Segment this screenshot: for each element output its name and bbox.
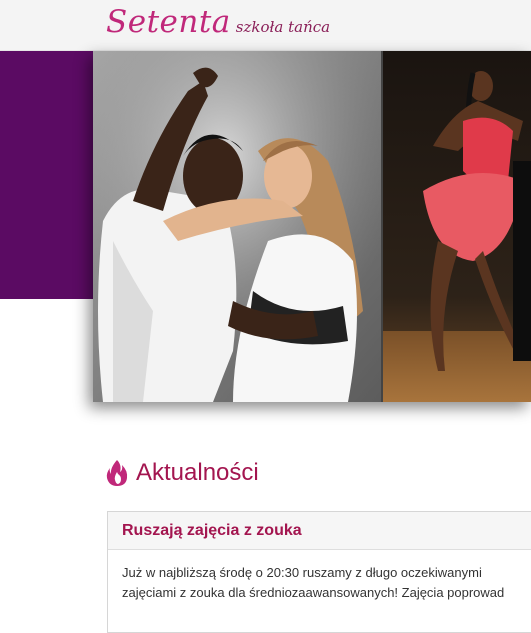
- news-item-title[interactable]: Ruszają zajęcia z zouka: [122, 522, 302, 540]
- hero-image-slider[interactable]: [93, 51, 531, 402]
- news-section-header: Aktualności: [106, 459, 259, 487]
- section-title: Aktualności: [136, 459, 259, 486]
- decorative-purple-block: [0, 51, 96, 299]
- flame-icon: [106, 460, 128, 486]
- site-logo[interactable]: Setenta szkoła tańca: [106, 4, 330, 40]
- hero-photo: [93, 51, 531, 402]
- news-item-header: Ruszają zajęcia z zouka: [108, 512, 531, 550]
- news-body-line: zajęciami z zouka dla średniozaawansowan…: [122, 585, 505, 600]
- news-item: Ruszają zajęcia z zouka Już w najbliższą…: [107, 511, 531, 633]
- news-item-body: Już w najbliższą środę o 20:30 ruszamy z…: [108, 550, 531, 603]
- header-bar: Setenta szkoła tańca: [0, 0, 531, 51]
- logo-name: Setenta: [106, 4, 231, 40]
- logo-tagline: szkoła tańca: [235, 18, 331, 36]
- news-body-line: Już w najbliższą środę o 20:30 ruszamy z…: [122, 565, 482, 580]
